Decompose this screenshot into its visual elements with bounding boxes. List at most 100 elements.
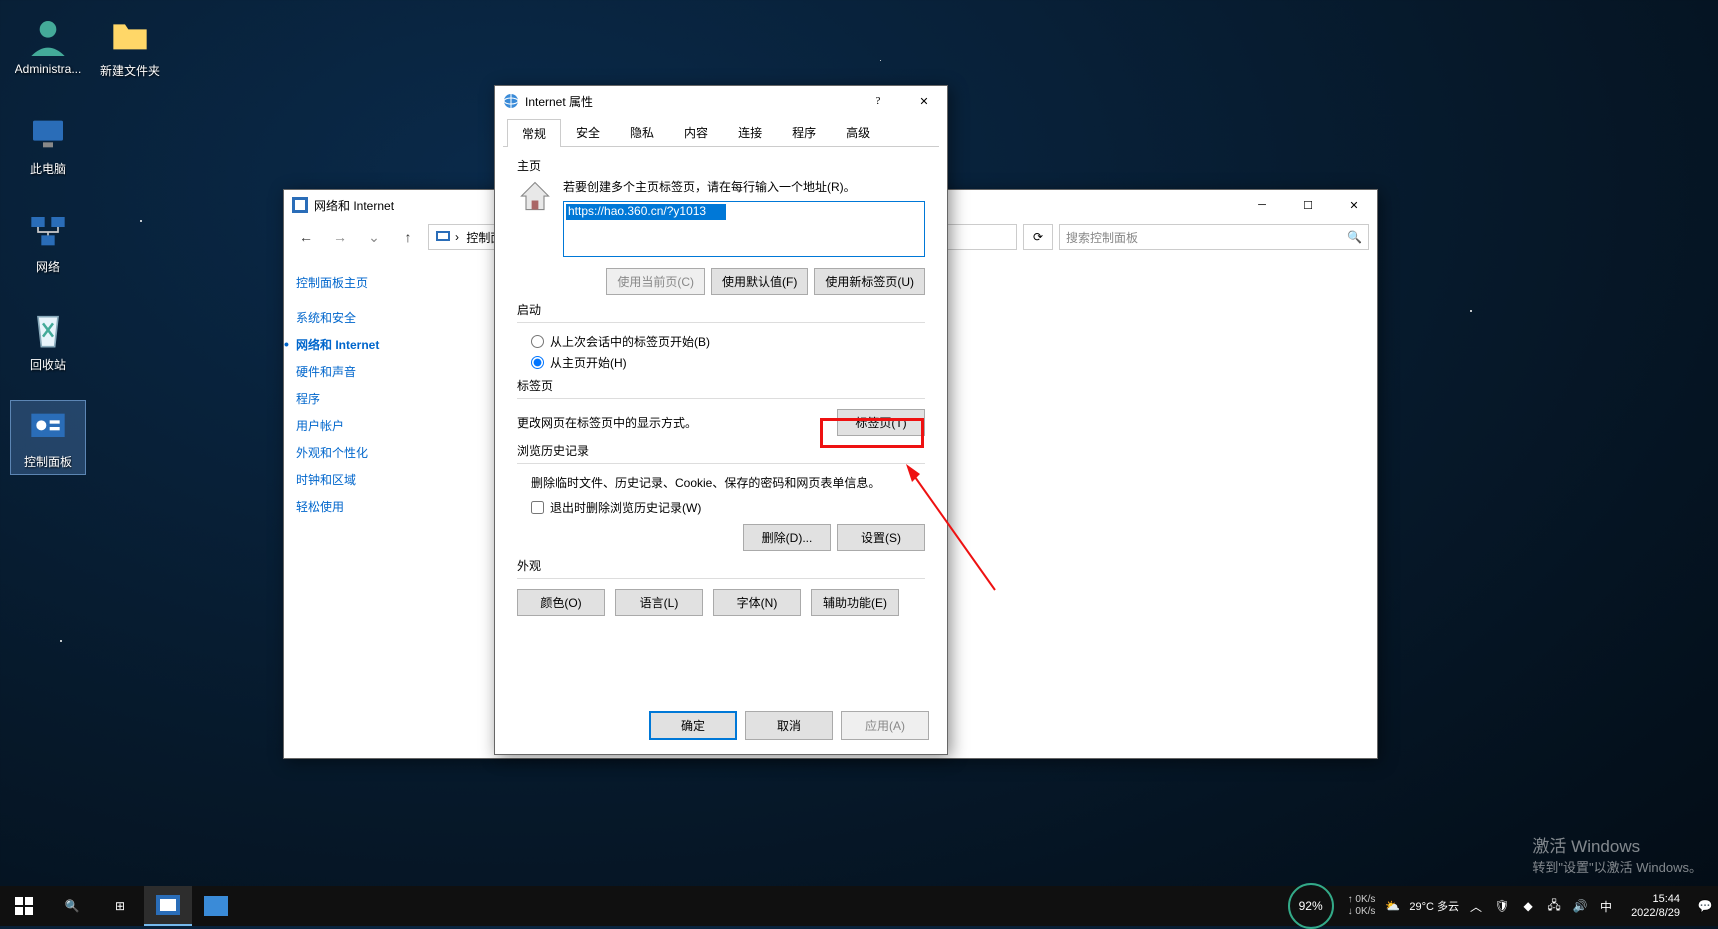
tab-strip: 常规 安全 隐私 内容 连接 程序 高级 xyxy=(503,118,939,147)
homepage-label: 主页 xyxy=(517,157,925,174)
recycle-icon xyxy=(26,308,70,352)
taskbar-app-controlpanel[interactable] xyxy=(144,886,192,926)
checkbox-delete-on-exit[interactable] xyxy=(531,501,544,514)
homepage-hint: 若要创建多个主页标签页，请在每行输入一个地址(R)。 xyxy=(563,178,925,195)
use-default-button[interactable]: 使用默认值(F) xyxy=(711,268,808,295)
cancel-button[interactable]: 取消 xyxy=(745,711,833,740)
back-button[interactable]: ← xyxy=(292,225,320,249)
tab-advanced[interactable]: 高级 xyxy=(831,118,885,146)
weather-text[interactable]: 29°C 多云 xyxy=(1409,898,1459,914)
tray-network-icon[interactable]: 🖧 xyxy=(1545,897,1563,915)
maximize-button[interactable]: ☐ xyxy=(1285,190,1331,220)
taskbar-app-settings[interactable] xyxy=(192,886,240,926)
use-current-button[interactable]: 使用当前页(C) xyxy=(606,268,705,295)
star-decoration xyxy=(140,220,142,222)
sidebar-item-ease[interactable]: 轻松使用 xyxy=(296,498,452,515)
refresh-button[interactable]: ⟳ xyxy=(1023,224,1053,250)
history-settings-button[interactable]: 设置(S) xyxy=(837,524,925,551)
help-button[interactable]: ? xyxy=(855,86,901,116)
delete-on-exit-check[interactable]: 退出时删除浏览历史记录(W) xyxy=(531,499,925,516)
weather-tray[interactable]: ⛅ xyxy=(1383,897,1401,915)
tray-ime-icon[interactable]: 中 xyxy=(1597,897,1615,915)
performance-meter[interactable]: 92% xyxy=(1288,883,1334,929)
desktop-icon-administrator[interactable]: Administra... xyxy=(10,10,86,80)
apply-button[interactable]: 应用(A) xyxy=(841,711,929,740)
start-button[interactable] xyxy=(0,886,48,926)
divider xyxy=(517,398,925,399)
search-input[interactable]: 搜索控制面板 🔍 xyxy=(1059,224,1369,250)
dialog-close-button[interactable]: ✕ xyxy=(901,86,947,116)
startup-radio-homepage[interactable]: 从主页开始(H) xyxy=(531,354,925,371)
globe-icon xyxy=(503,93,519,109)
tabs-button[interactable]: 标签页(T) xyxy=(837,409,925,436)
divider xyxy=(517,578,925,579)
sidebar: 控制面板主页 系统和安全 网络和 Internet 硬件和声音 程序 用户帐户 … xyxy=(284,254,464,757)
divider xyxy=(517,322,925,323)
star-decoration xyxy=(60,640,62,642)
fonts-button[interactable]: 字体(N) xyxy=(713,589,801,616)
recent-button[interactable]: ⌄ xyxy=(360,225,388,249)
divider xyxy=(517,463,925,464)
taskbar-clock[interactable]: 15:44 2022/8/29 xyxy=(1623,892,1688,921)
desktop-icon-thispc[interactable]: 此电脑 xyxy=(10,108,86,181)
history-label: 浏览历史记录 xyxy=(517,442,925,459)
desktop-icon-controlpanel[interactable]: 控制面板 xyxy=(10,400,86,475)
tray-app-icon[interactable]: ◆ xyxy=(1519,897,1537,915)
tabs-section-label: 标签页 xyxy=(517,377,925,394)
tray-volume-icon[interactable]: 🔊 xyxy=(1571,897,1589,915)
dialog-titlebar[interactable]: Internet 属性 ? ✕ xyxy=(495,86,947,116)
sidebar-home-link[interactable]: 控制面板主页 xyxy=(296,274,452,291)
search-placeholder: 搜索控制面板 xyxy=(1066,229,1138,246)
sidebar-item-programs[interactable]: 程序 xyxy=(296,390,452,407)
home-icon xyxy=(517,178,553,214)
computer-icon xyxy=(26,112,70,156)
tray-chevron-icon[interactable]: ︿ xyxy=(1467,897,1485,915)
tab-connections[interactable]: 连接 xyxy=(723,118,777,146)
accessibility-button[interactable]: 辅助功能(E) xyxy=(811,589,899,616)
minimize-button[interactable]: ─ xyxy=(1239,190,1285,220)
startup-radio-lastsession[interactable]: 从上次会话中的标签页开始(B) xyxy=(531,333,925,350)
history-desc: 删除临时文件、历史记录、Cookie、保存的密码和网页表单信息。 xyxy=(531,474,925,491)
network-icon xyxy=(26,210,70,254)
sidebar-item-users[interactable]: 用户帐户 xyxy=(296,417,452,434)
user-icon xyxy=(26,14,70,58)
sidebar-item-appearance[interactable]: 外观和个性化 xyxy=(296,444,452,461)
startup-label: 启动 xyxy=(517,301,925,318)
taskview-button[interactable]: ⊞ xyxy=(96,886,144,926)
appearance-label: 外观 xyxy=(517,557,925,574)
tab-security[interactable]: 安全 xyxy=(561,118,615,146)
star-decoration xyxy=(1470,310,1472,312)
desktop-icon-network[interactable]: 网络 xyxy=(10,206,86,279)
notifications-button[interactable]: 💬 xyxy=(1696,897,1714,915)
network-meter[interactable]: ↑ 0K/s ↓ 0K/s xyxy=(1348,894,1376,918)
tab-privacy[interactable]: 隐私 xyxy=(615,118,669,146)
star-decoration xyxy=(880,60,881,61)
tabs-desc: 更改网页在标签页中的显示方式。 xyxy=(517,414,697,431)
sidebar-item-hardware[interactable]: 硬件和声音 xyxy=(296,363,452,380)
sidebar-item-system[interactable]: 系统和安全 xyxy=(296,309,452,326)
internet-properties-dialog: Internet 属性 ? ✕ 常规 安全 隐私 内容 连接 程序 高级 主页 … xyxy=(494,85,948,755)
forward-button[interactable]: → xyxy=(326,225,354,249)
search-icon: 🔍 xyxy=(1347,230,1362,244)
up-button[interactable]: ↑ xyxy=(394,225,422,249)
desktop-icon-newfolder[interactable]: 新建文件夹 xyxy=(92,10,168,83)
language-button[interactable]: 语言(L) xyxy=(615,589,703,616)
desktop-icon-recycle[interactable]: 回收站 xyxy=(10,304,86,377)
radio-lastsession[interactable] xyxy=(531,335,544,348)
addressbar-folder-icon xyxy=(435,228,451,247)
folder-icon xyxy=(108,14,152,58)
colors-button[interactable]: 颜色(O) xyxy=(517,589,605,616)
tab-programs[interactable]: 程序 xyxy=(777,118,831,146)
tab-content[interactable]: 内容 xyxy=(669,118,723,146)
delete-button[interactable]: 删除(D)... xyxy=(743,524,831,551)
sidebar-item-network[interactable]: 网络和 Internet xyxy=(296,336,452,353)
use-newtab-button[interactable]: 使用新标签页(U) xyxy=(814,268,925,295)
search-button[interactable]: 🔍 xyxy=(48,886,96,926)
ok-button[interactable]: 确定 xyxy=(649,711,737,740)
close-button[interactable]: ✕ xyxy=(1331,190,1377,220)
tab-general[interactable]: 常规 xyxy=(507,119,561,147)
tray-security-icon[interactable]: 🛡 xyxy=(1493,897,1511,915)
radio-homepage[interactable] xyxy=(531,356,544,369)
sidebar-item-clock[interactable]: 时钟和区域 xyxy=(296,471,452,488)
homepage-url-input[interactable]: https://hao.360.cn/?y1013 xyxy=(563,201,925,257)
